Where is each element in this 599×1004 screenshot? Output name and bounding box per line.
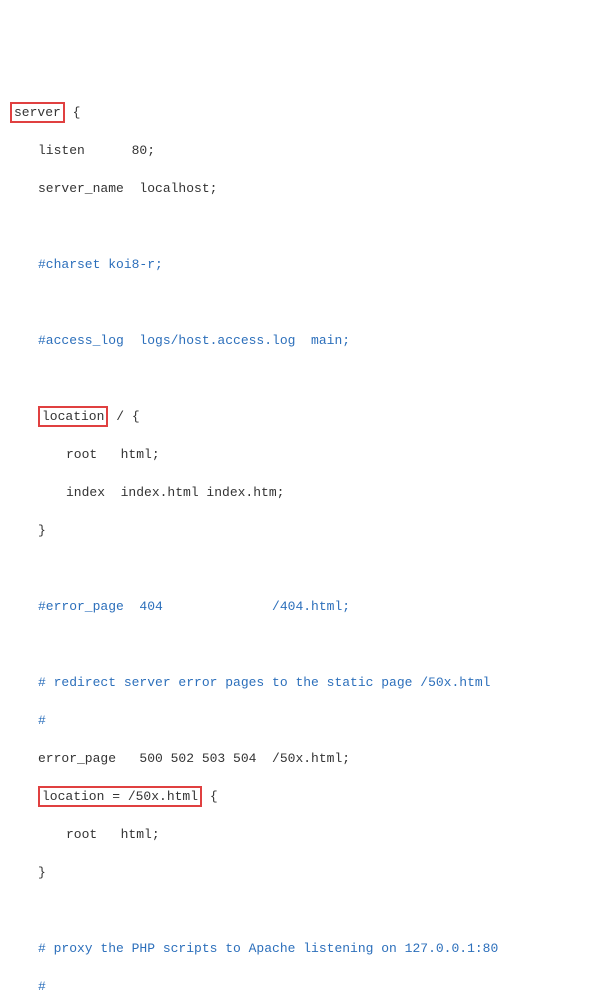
line-servername: server_name localhost; [10, 179, 599, 198]
highlight-server: server [10, 102, 65, 123]
line-proxy-comment: # proxy the PHP scripts to Apache listen… [10, 939, 599, 958]
line-redirect-comment: # redirect server error pages to the sta… [10, 673, 599, 692]
line-errorpage404: #error_page 404 /404.html; [10, 597, 599, 616]
keyword-location: location [42, 409, 104, 424]
line-errorpage50x: error_page 500 502 503 504 /50x.html; [10, 749, 599, 768]
location50x-open: { [202, 789, 218, 804]
line-accesslog: #access_log logs/host.access.log main; [10, 331, 599, 350]
line-index1: index index.html index.htm; [10, 483, 599, 502]
line-root2: root html; [10, 825, 599, 844]
line-root1: root html; [10, 445, 599, 464]
brace-open: { [65, 105, 81, 120]
line-close2: } [10, 863, 599, 882]
line-charset: #charset koi8-r; [10, 255, 599, 274]
highlight-location50x: location = /50x.html [38, 786, 202, 807]
highlight-location: location [38, 406, 108, 427]
keyword-location50x: location = /50x.html [42, 789, 198, 804]
keyword-server: server [14, 105, 61, 120]
line-close1: } [10, 521, 599, 540]
line-hash2: # [10, 977, 599, 996]
nginx-config-code: server { listen 80; server_name localhos… [0, 84, 599, 1004]
line-listen: listen 80; [10, 141, 599, 160]
location-args: / { [108, 409, 139, 424]
line-hash1: # [10, 711, 599, 730]
